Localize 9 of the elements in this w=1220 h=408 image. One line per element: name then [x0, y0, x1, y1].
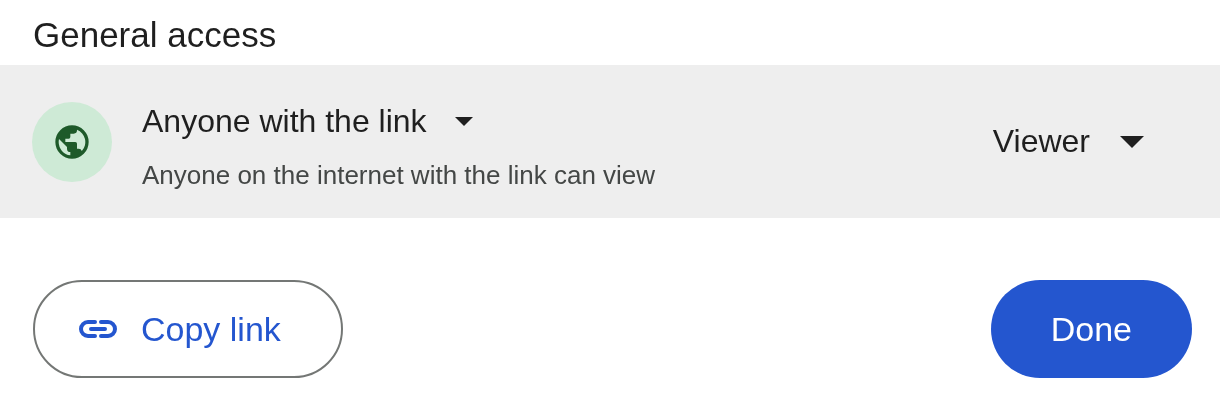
caret-icon [1120, 135, 1144, 148]
role-dropdown[interactable]: Viewer [992, 123, 1144, 160]
link-icon [79, 319, 117, 339]
access-description: Anyone on the internet with the link can view [142, 159, 657, 191]
caret-icon [454, 116, 473, 126]
done-button[interactable]: Done [990, 280, 1192, 378]
section-title: General access [32, 14, 278, 53]
access-dropdown[interactable]: Anyone with the link [142, 102, 473, 140]
copy-link-button[interactable]: Copy link [33, 280, 343, 378]
